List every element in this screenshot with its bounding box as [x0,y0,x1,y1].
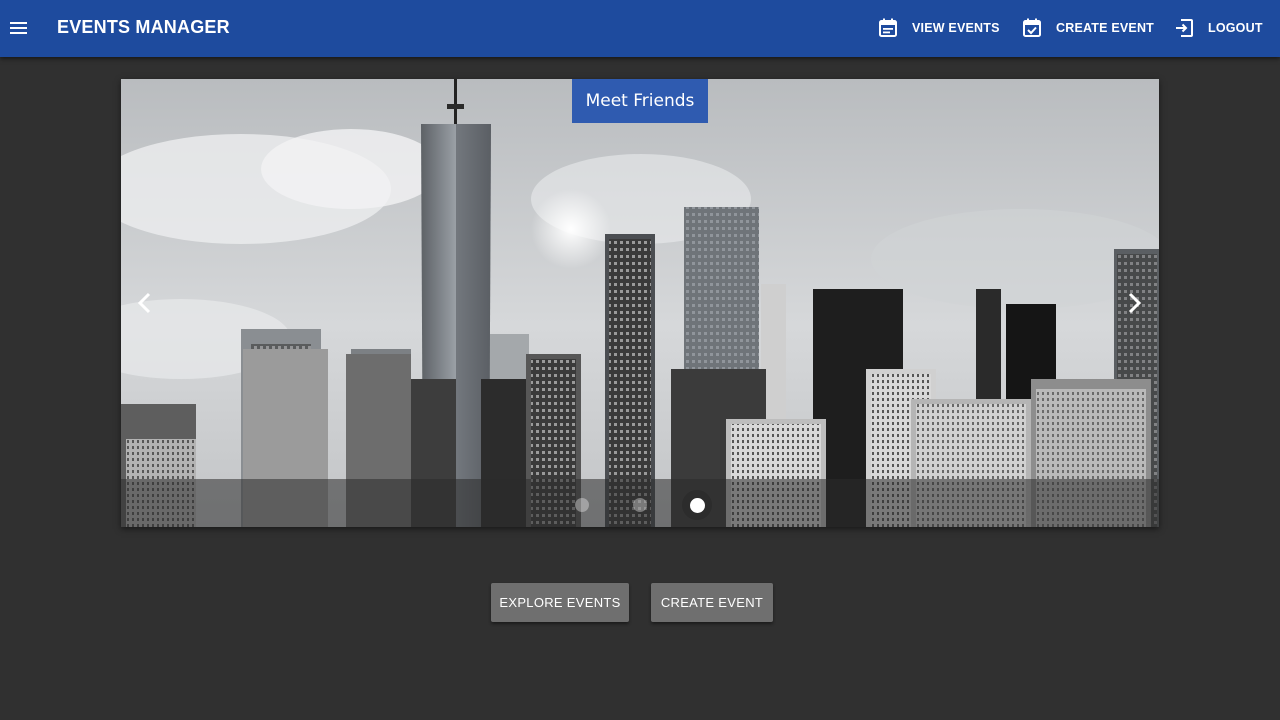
create-event-button[interactable]: CREATE EVENT [651,583,773,622]
carousel-indicator-1[interactable] [575,498,589,512]
calendar-event-icon [879,18,897,37]
chevron-right-icon [1128,292,1142,314]
menu-button[interactable] [7,16,31,40]
calendar-check-icon [1023,18,1041,37]
previous-slide-button[interactable] [129,287,161,319]
image-carousel: Meet Friends [121,79,1159,527]
logout-icon [1176,19,1193,37]
chevron-left-icon [137,292,151,314]
carousel-indicator-3-active[interactable] [682,490,712,520]
city-skyline-image [121,79,1159,527]
app-title: EVENTS MANAGER [57,17,230,37]
logout-button[interactable]: LOGOUT [1174,14,1263,42]
slide-caption: Meet Friends [572,79,708,123]
carousel-indicators [121,490,1159,520]
next-slide-button[interactable] [1118,287,1150,319]
carousel-indicator-2[interactable] [633,498,647,512]
view-events-label: VIEW EVENTS [912,21,1000,35]
menu-icon [10,22,27,34]
view-events-button[interactable]: VIEW EVENTS [878,14,1000,42]
explore-events-button[interactable]: EXPLORE EVENTS [491,583,629,622]
logout-label: LOGOUT [1208,21,1263,35]
create-event-nav-button[interactable]: CREATE EVENT [1022,14,1154,42]
create-event-nav-label: CREATE EVENT [1056,21,1155,35]
top-toolbar: EVENTS MANAGER VIEW EVENTS CREATE EVENT … [0,0,1280,57]
